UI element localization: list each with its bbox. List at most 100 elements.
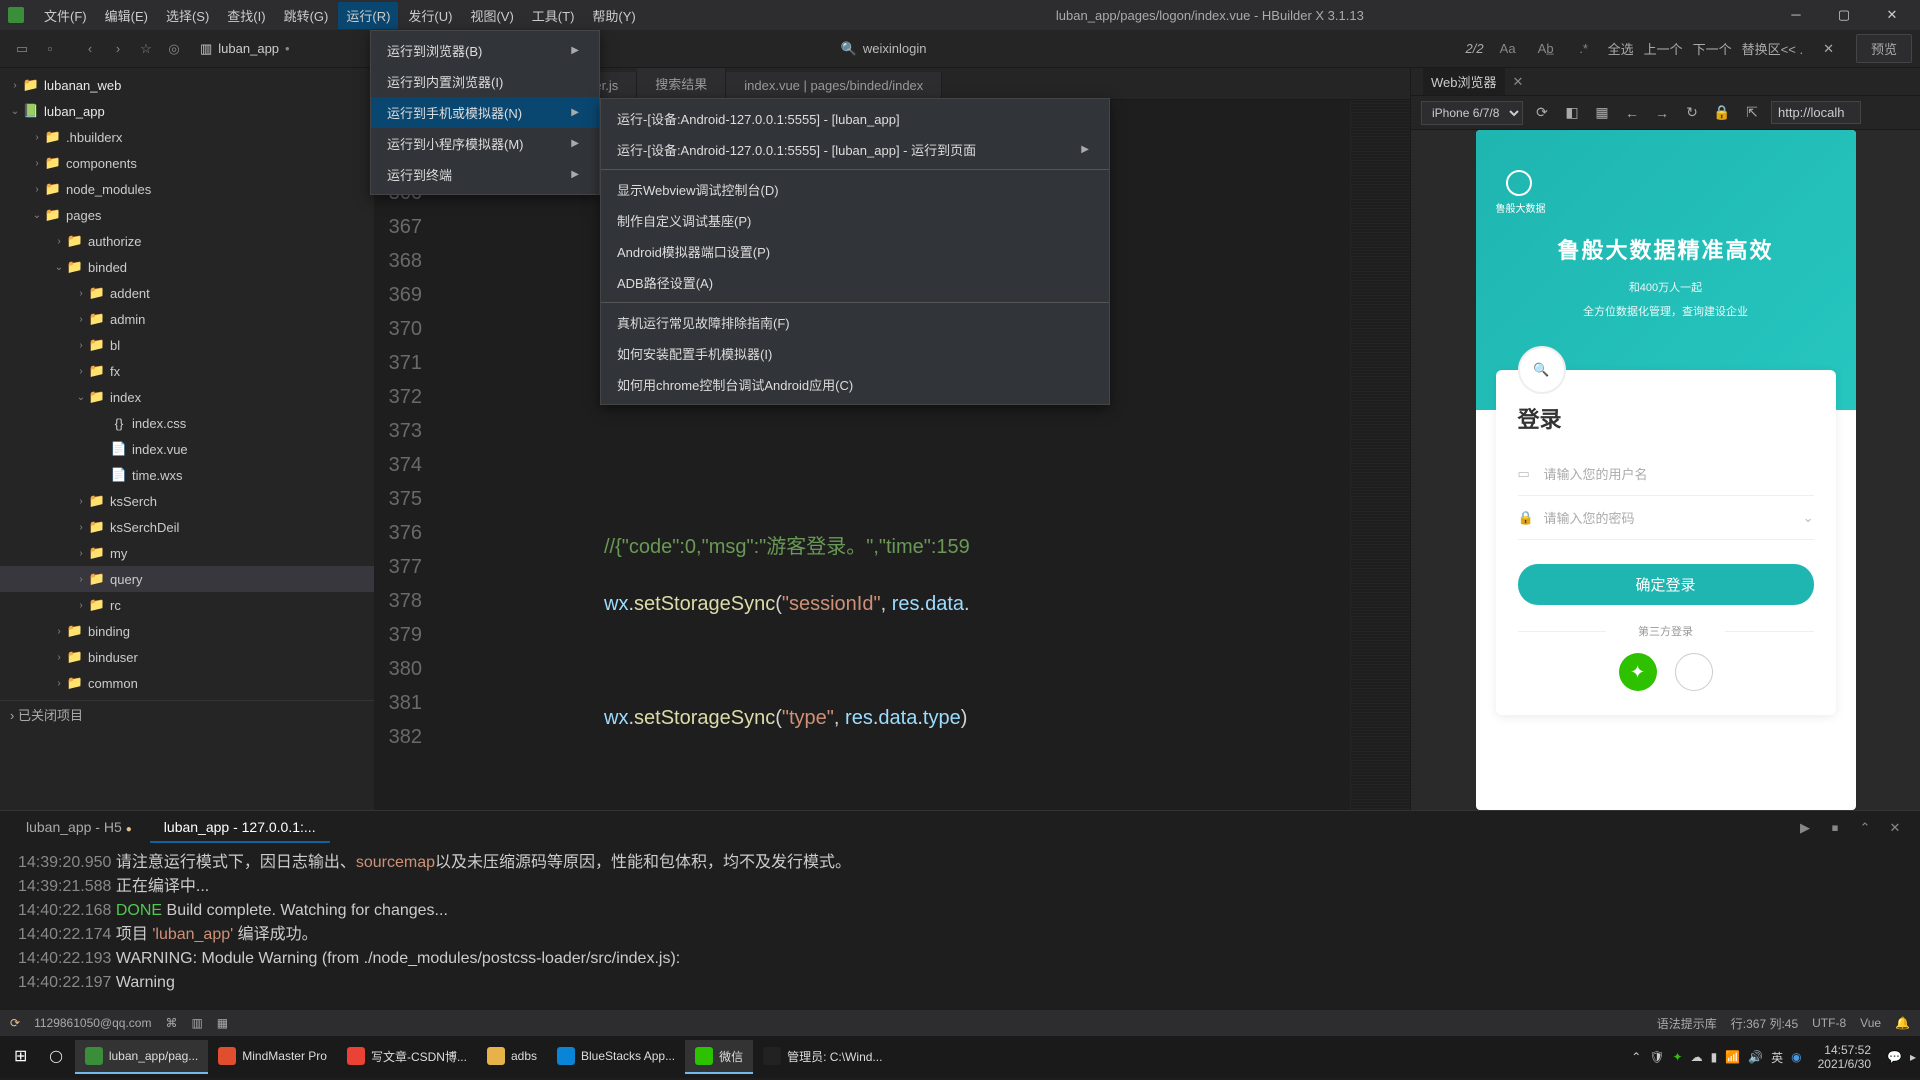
encoding[interactable]: UTF-8: [1812, 1016, 1846, 1030]
tree-item-luban_app[interactable]: ⌄📗luban_app: [0, 98, 374, 124]
tree-item-pages[interactable]: ⌄📁pages: [0, 202, 374, 228]
new-file-icon[interactable]: ▭: [8, 35, 36, 63]
tree-item-bl[interactable]: ›📁bl: [0, 332, 374, 358]
console-collapse-icon[interactable]: ⌃: [1852, 820, 1878, 836]
tree-item-index.vue[interactable]: 📄index.vue: [0, 436, 374, 462]
menu-8[interactable]: 工具(T): [524, 2, 583, 29]
menu-item[interactable]: 运行到小程序模拟器(M)▶: [371, 128, 599, 159]
minimap[interactable]: [1350, 100, 1410, 810]
menu-item[interactable]: 真机运行常见故障排除指南(F): [601, 307, 1109, 338]
menu-item[interactable]: Android模拟器端口设置(P): [601, 236, 1109, 267]
language-mode[interactable]: Vue: [1860, 1016, 1881, 1030]
menu-3[interactable]: 查找(I): [219, 2, 273, 29]
menu-6[interactable]: 发行(U): [400, 2, 460, 29]
active-file-tab[interactable]: ▥ luban_app •: [188, 30, 302, 67]
wechat-login-button[interactable]: ✦: [1619, 653, 1657, 691]
password-field[interactable]: 🔒 请输入您的密码 ⌄: [1518, 496, 1814, 540]
console-log[interactable]: 14:39:20.950 请注意运行模式下，因日志输出、sourcemap以及未…: [0, 845, 1920, 1010]
system-tray[interactable]: ⌃ 🛡 ✦ ☁ ▮ 📶 🔊 英 ◉ 14:57:52 2021/6/30 💬 ▸: [1631, 1043, 1916, 1071]
back-icon[interactable]: ←: [1621, 105, 1643, 121]
tree-item-ksSerchDeil[interactable]: ›📁ksSerchDeil: [0, 514, 374, 540]
sync-icon[interactable]: ⟳: [10, 1016, 20, 1030]
preview-tab-close-icon[interactable]: ✕: [1513, 74, 1524, 90]
apple-login-button[interactable]: [1675, 653, 1713, 691]
target-icon[interactable]: ◎: [160, 35, 188, 63]
device-select[interactable]: iPhone 6/7/8: [1421, 101, 1523, 125]
taskbar-clock[interactable]: 14:57:52 2021/6/30: [1810, 1043, 1879, 1071]
tree-item-lubanan_web[interactable]: ›📁lubanan_web: [0, 72, 374, 98]
forward-icon[interactable]: →: [1651, 105, 1673, 121]
nav-back-icon[interactable]: ‹: [76, 35, 104, 63]
menu-2[interactable]: 选择(S): [158, 2, 217, 29]
tree-item-query[interactable]: ›📁query: [0, 566, 374, 592]
tree-item-index[interactable]: ⌄📁index: [0, 384, 374, 410]
save-icon[interactable]: ▫: [36, 35, 64, 63]
menu-item[interactable]: 制作自定义调试基座(P): [601, 205, 1109, 236]
tray-chevron-icon[interactable]: ⌃: [1631, 1050, 1641, 1064]
rotate-icon[interactable]: ⟳: [1531, 104, 1553, 121]
menu-item[interactable]: 运行-[设备:Android-127.0.0.1:5555] - [luban_…: [601, 134, 1109, 165]
menu-item[interactable]: ADB路径设置(A): [601, 267, 1109, 298]
bell-icon[interactable]: 🔔: [1895, 1016, 1910, 1030]
preview-url[interactable]: http://localh: [1771, 101, 1861, 124]
console-stop-icon[interactable]: ⏹: [1822, 820, 1848, 836]
minimize-button[interactable]: ─: [1776, 7, 1816, 23]
toolbar-link[interactable]: 替换区<< .: [1742, 42, 1803, 57]
tree-item-admin[interactable]: ›📁admin: [0, 306, 374, 332]
taskbar-app[interactable]: luban_app/pag...: [75, 1040, 208, 1074]
closed-projects[interactable]: › 已关闭项目: [0, 700, 374, 728]
word-icon[interactable]: Ab̲: [1532, 35, 1560, 63]
user-account[interactable]: 1129861050@qq.com: [34, 1016, 151, 1030]
menu-1[interactable]: 编辑(E): [97, 2, 156, 29]
tree-item-binduser[interactable]: ›📁binduser: [0, 644, 374, 670]
tree-item-time.wxs[interactable]: 📄time.wxs: [0, 462, 374, 488]
toolbar-link[interactable]: 上一个: [1644, 42, 1683, 57]
devtools-icon[interactable]: ▦: [1591, 104, 1613, 121]
login-button[interactable]: 确定登录: [1518, 564, 1814, 605]
regex-icon[interactable]: .*: [1570, 35, 1598, 63]
username-field[interactable]: ▭ 请输入您的用户名: [1518, 452, 1814, 496]
case-icon[interactable]: Aa: [1494, 35, 1522, 63]
star-icon[interactable]: ☆: [132, 35, 160, 63]
reload-icon[interactable]: ↻: [1681, 104, 1703, 121]
console-run-icon[interactable]: ▶: [1792, 820, 1818, 836]
toolbar-link[interactable]: 下一个: [1693, 42, 1732, 57]
menu-7[interactable]: 视图(V): [462, 2, 521, 29]
external-icon[interactable]: ⇱: [1741, 104, 1763, 121]
console-clear-icon[interactable]: ✕: [1882, 820, 1908, 836]
console-tab[interactable]: luban_app - H5: [12, 813, 146, 843]
syntax-hint[interactable]: 语法提示库: [1657, 1015, 1717, 1032]
inspect-icon[interactable]: ◧: [1561, 104, 1583, 121]
tree-item-common[interactable]: ›📁common: [0, 670, 374, 696]
cortana-button[interactable]: ◯: [39, 1040, 72, 1074]
menu-item[interactable]: 运行到终端▶: [371, 159, 599, 190]
taskbar-app[interactable]: BlueStacks App...: [547, 1040, 685, 1074]
terminal-icon[interactable]: ⌘: [165, 1016, 177, 1030]
tree-item-binded[interactable]: ⌄📁binded: [0, 254, 374, 280]
dropdown-icon[interactable]: ⌄: [1803, 510, 1814, 526]
notifications-icon[interactable]: 💬: [1887, 1050, 1902, 1064]
tree-item-addent[interactable]: ›📁addent: [0, 280, 374, 306]
menu-item[interactable]: 运行到内置浏览器(I): [371, 66, 599, 97]
taskbar-app[interactable]: 管理员: C:\Wind...: [753, 1040, 892, 1074]
menu-9[interactable]: 帮助(Y): [584, 2, 643, 29]
menu-item[interactable]: 运行-[设备:Android-127.0.0.1:5555] - [luban_…: [601, 103, 1109, 134]
menu-4[interactable]: 跳转(G): [276, 2, 337, 29]
tree-item-ksSerch[interactable]: ›📁ksSerch: [0, 488, 374, 514]
close-search-icon[interactable]: ✕: [1823, 41, 1834, 57]
tree-item-authorize[interactable]: ›📁authorize: [0, 228, 374, 254]
console-tab[interactable]: luban_app - 127.0.0.1:...: [150, 813, 330, 843]
grid-icon[interactable]: ▦: [217, 1016, 228, 1030]
menu-item[interactable]: 运行到手机或模拟器(N)▶: [371, 97, 599, 128]
preview-button[interactable]: 预览: [1856, 34, 1912, 63]
menu-item[interactable]: 显示Webview调试控制台(D): [601, 174, 1109, 205]
tree-item-fx[interactable]: ›📁fx: [0, 358, 374, 384]
editor-tab[interactable]: index.vue | pages/binded/index: [726, 72, 942, 99]
panel-icon[interactable]: ▥: [191, 1016, 202, 1030]
tree-item-.hbuilderx[interactable]: ›📁.hbuilderx: [0, 124, 374, 150]
toolbar-link[interactable]: 全选: [1608, 42, 1634, 57]
menu-item[interactable]: 如何用chrome控制台调试Android应用(C): [601, 369, 1109, 400]
close-button[interactable]: ✕: [1872, 7, 1912, 23]
tree-item-my[interactable]: ›📁my: [0, 540, 374, 566]
start-button[interactable]: ⊞: [4, 1040, 37, 1074]
